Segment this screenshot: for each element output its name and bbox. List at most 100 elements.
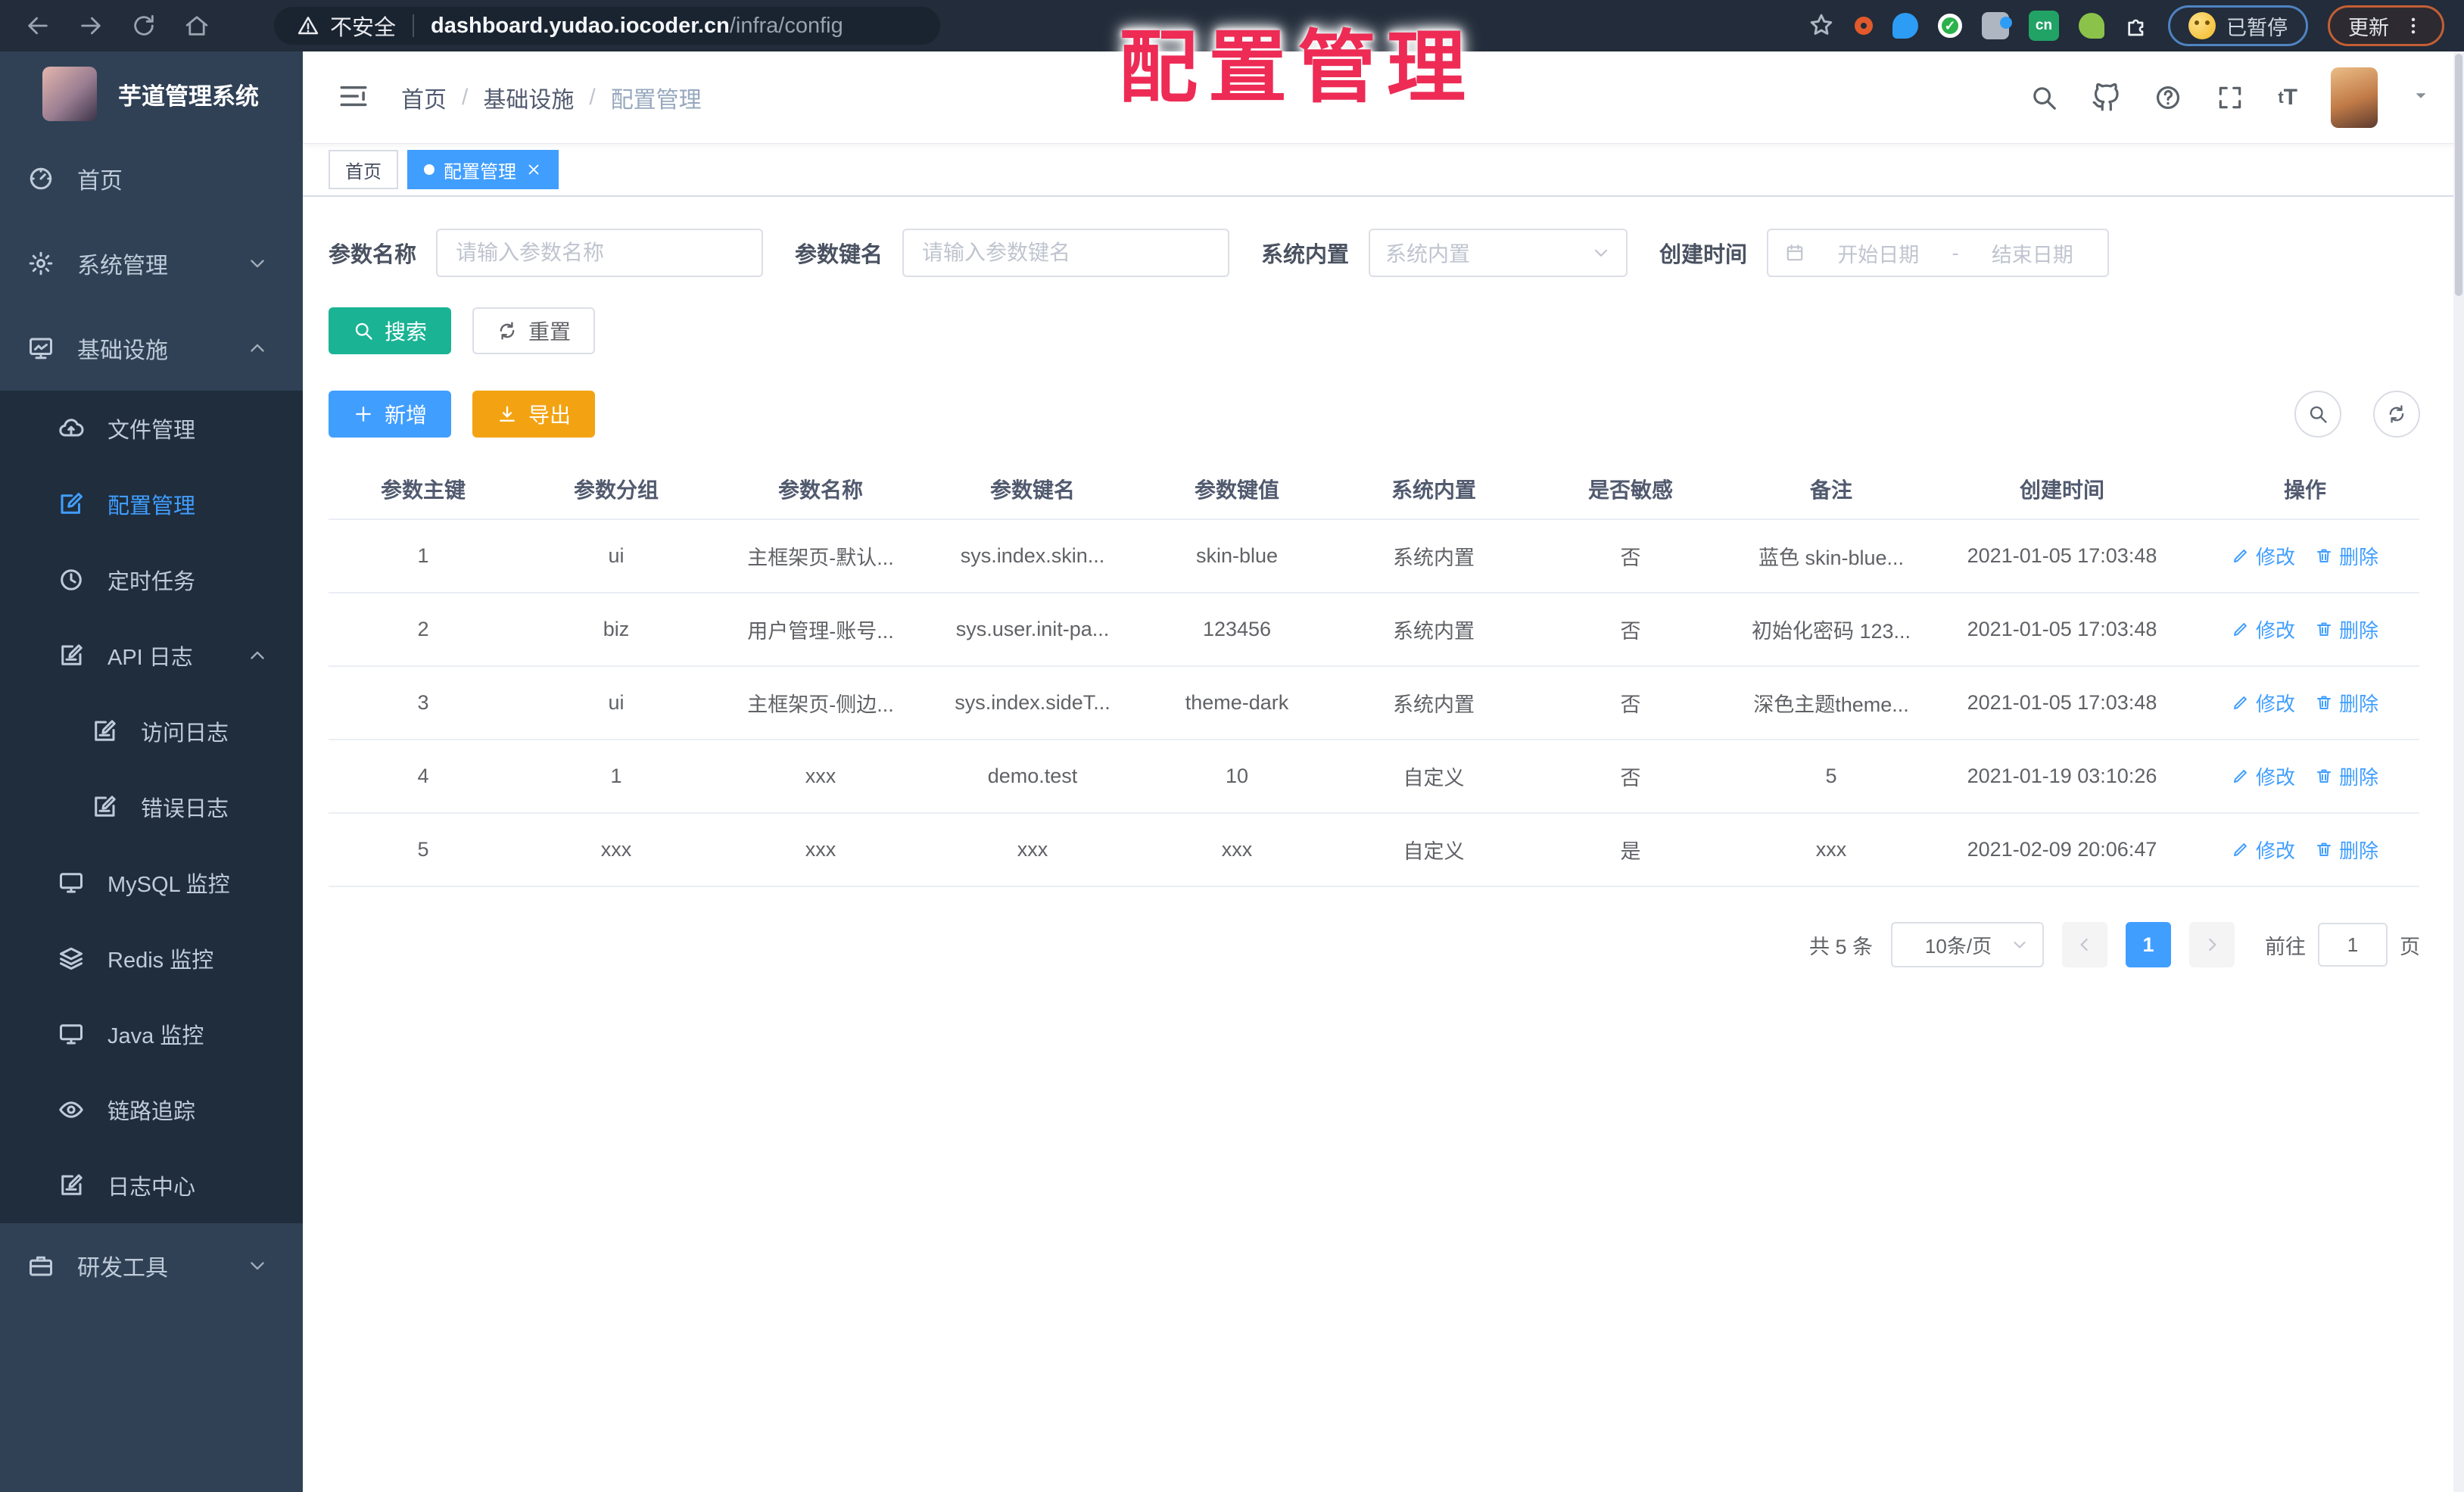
help-button[interactable]: [2154, 83, 2182, 112]
tag-home[interactable]: 首页: [329, 150, 398, 189]
extensions-puzzle-icon[interactable]: [2124, 14, 2148, 38]
sidebar-item[interactable]: 文件管理: [0, 391, 303, 466]
caret-down-icon[interactable]: [2411, 86, 2431, 109]
refresh-icon: [2386, 403, 2407, 425]
add-label: 新增: [385, 403, 428, 427]
browser-menu-icon[interactable]: [2403, 15, 2424, 36]
app-logo-row[interactable]: 芋道管理系统: [0, 51, 303, 136]
table-cell: sys.index.skin...: [927, 519, 1139, 593]
delete-link[interactable]: 删除: [2315, 689, 2378, 717]
refresh-table-button[interactable]: [2373, 391, 2420, 438]
table-cell: xxx: [1139, 813, 1335, 887]
forward-button[interactable]: [73, 8, 109, 44]
param-name-label: 参数名称: [329, 243, 417, 267]
next-page-button[interactable]: [2189, 922, 2235, 967]
sidebar-item[interactable]: 访问日志: [0, 693, 303, 769]
briefcase-icon: [27, 1252, 55, 1279]
user-avatar[interactable]: [2331, 67, 2378, 128]
bookmark-star-icon[interactable]: [1808, 11, 1835, 41]
scrollbar-thumb[interactable]: [2455, 54, 2462, 296]
extension-icon[interactable]: [2079, 13, 2104, 39]
delete-link[interactable]: 删除: [2315, 836, 2378, 864]
extension-paused-badge[interactable]: 已暂停: [2168, 5, 2308, 46]
edit-link[interactable]: 修改: [2232, 836, 2295, 864]
trash-icon: [2315, 693, 2333, 712]
select-placeholder: 系统内置: [1385, 242, 1471, 266]
extension-icon[interactable]: [1892, 13, 1918, 39]
export-button[interactable]: 导出: [472, 391, 596, 438]
address-bar[interactable]: 不安全 dashboard.yudao.iocoder.cn /infra/co…: [274, 7, 940, 45]
page-number-button[interactable]: 1: [2126, 922, 2171, 967]
builtin-label: 系统内置: [1261, 243, 1350, 267]
sidebar-item[interactable]: 日志中心: [0, 1148, 303, 1223]
delete-link[interactable]: 删除: [2315, 762, 2378, 790]
close-icon[interactable]: [525, 161, 542, 178]
breadcrumb-item[interactable]: 首页: [401, 81, 447, 114]
sidebar-item[interactable]: Java 监控: [0, 996, 303, 1072]
fullscreen-button[interactable]: [2216, 83, 2244, 112]
edit-link[interactable]: 修改: [2232, 542, 2295, 570]
font-size-icon[interactable]: tT: [2278, 85, 2297, 111]
page-size-value: 10条/页: [1924, 934, 1992, 958]
tag-config-active[interactable]: 配置管理: [407, 150, 559, 189]
extension-icon[interactable]: [1982, 12, 2012, 39]
table-row: 1 ui 主框架页-默认... sys.index.skin... skin-blue 系…: [329, 519, 2419, 593]
page-size-select[interactable]: 10条/页: [1891, 922, 2044, 967]
scrollbar[interactable]: [2453, 51, 2464, 1492]
extension-icon[interactable]: [1855, 17, 1873, 35]
sidebar-item[interactable]: MySQL 监控: [0, 845, 303, 920]
add-button[interactable]: 新增: [329, 391, 452, 438]
prev-page-button[interactable]: [2062, 922, 2107, 967]
sidebar-item[interactable]: 研发工具: [0, 1223, 303, 1308]
github-button[interactable]: [2092, 83, 2120, 112]
delete-link-label: 删除: [2339, 545, 2379, 568]
log-icon: [58, 642, 85, 669]
browser-update-button[interactable]: 更新: [2328, 5, 2444, 46]
extension-icon[interactable]: ✓: [1938, 14, 1962, 38]
page-unit-label: 页: [2400, 935, 2420, 958]
sidebar-toggle-button[interactable]: [338, 80, 369, 114]
goto-page-input[interactable]: [2318, 923, 2388, 967]
pagination: 共 5 条 10条/页 1 前往 页: [329, 922, 2420, 967]
param-name-input[interactable]: [436, 229, 764, 277]
sidebar-item-label: 错误日志: [141, 797, 229, 821]
back-icon: [25, 13, 51, 39]
reload-button[interactable]: [126, 8, 162, 44]
overlay-title: 配置管理: [1119, 24, 1477, 112]
edit-link[interactable]: 修改: [2232, 615, 2295, 643]
edit-link[interactable]: 修改: [2232, 689, 2295, 717]
sidebar-item[interactable]: 系统管理: [0, 221, 303, 306]
sidebar-item[interactable]: 首页: [0, 136, 303, 221]
edit-link[interactable]: 修改: [2232, 762, 2295, 790]
toggle-search-button[interactable]: [2294, 391, 2341, 438]
sidebar-item[interactable]: API 日志: [0, 618, 303, 693]
log-icon: [91, 718, 118, 745]
browser-home-button[interactable]: [179, 8, 215, 44]
tag-label: 首页: [345, 161, 382, 182]
search-button[interactable]: [2029, 83, 2058, 112]
config-table: 参数主键 参数分组 参数名称 参数键名 参数键值 系统内置 是否敏感 备注 创建时间 操作 1 ui…: [329, 459, 2419, 887]
reset-button[interactable]: 重置: [472, 307, 596, 354]
extension-icon[interactable]: [2029, 11, 2059, 41]
delete-link[interactable]: 删除: [2315, 542, 2378, 570]
date-range-picker[interactable]: 开始日期 - 结束日期: [1767, 229, 2110, 277]
not-secure-icon: [297, 14, 319, 37]
param-key-input[interactable]: [902, 229, 1230, 277]
delete-link[interactable]: 删除: [2315, 615, 2378, 643]
back-button[interactable]: [20, 8, 56, 44]
dashboard-icon: [27, 165, 55, 192]
sidebar-item[interactable]: 基础设施: [0, 306, 303, 391]
total-count: 共 5 条: [1808, 935, 1873, 958]
actions-cell: 修改 删除: [2191, 666, 2419, 740]
url-domain: dashboard.yudao.iocoder.cn: [431, 13, 730, 38]
sidebar-item[interactable]: 定时任务: [0, 542, 303, 618]
builtin-select[interactable]: 系统内置: [1369, 229, 1628, 277]
sidebar-item[interactable]: 错误日志: [0, 769, 303, 845]
filter-form: 参数名称 参数键名 系统内置 系统内置: [329, 229, 2420, 277]
sidebar-item[interactable]: Redis 监控: [0, 920, 303, 996]
sidebar-item[interactable]: 配置管理: [0, 466, 303, 542]
breadcrumb-item[interactable]: 基础设施: [483, 81, 574, 114]
column-header: 参数名称: [715, 459, 927, 520]
search-submit-button[interactable]: 搜索: [329, 307, 452, 354]
sidebar-item[interactable]: 链路追踪: [0, 1072, 303, 1148]
